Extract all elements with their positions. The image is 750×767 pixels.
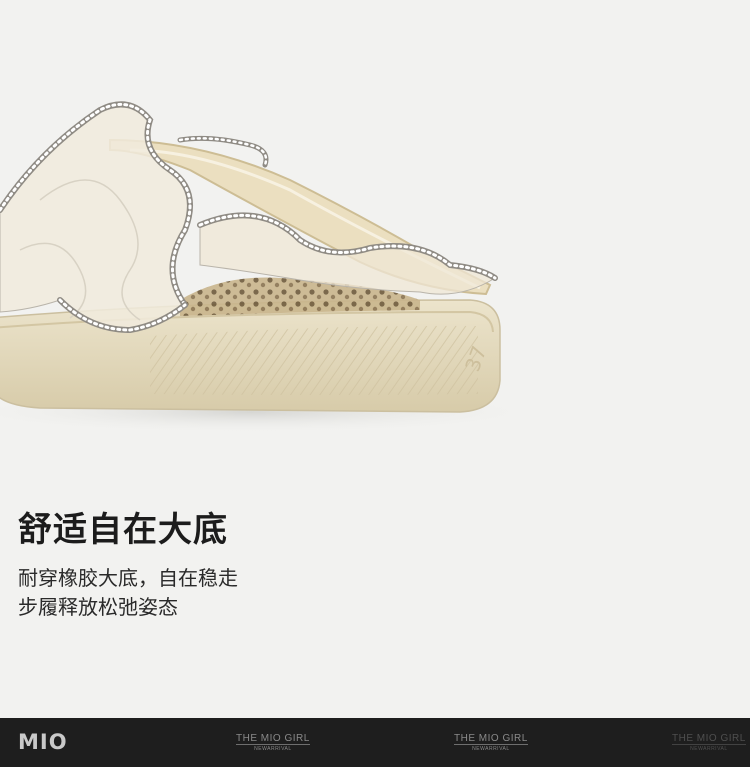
watermark-title: THE MIO GIRL — [236, 733, 310, 744]
description-line-1: 耐穿橡胶大底，自在稳走 — [18, 566, 238, 590]
mesh-ruffle-front — [0, 103, 191, 331]
footer-bar: MIO THE MIO GIRL NEWARRIVAL THE MIO GIRL… — [0, 718, 750, 767]
watermark: THE MIO GIRL NEWARRIVAL — [672, 733, 746, 753]
watermark-title: THE MIO GIRL — [672, 733, 746, 744]
watermark-title: THE MIO GIRL — [454, 733, 528, 744]
watermark: THE MIO GIRL NEWARRIVAL — [236, 733, 310, 753]
watermark: THE MIO GIRL NEWARRIVAL — [454, 733, 528, 753]
headline: 舒适自在大底 — [18, 510, 228, 550]
brand-logo: MIO — [18, 730, 68, 754]
watermark-subtitle: NEWARRIVAL — [672, 744, 746, 753]
shoe-illustration: 37 — [0, 101, 550, 434]
description: 耐穿橡胶大底，自在稳走 步履释放松弛姿态 — [18, 564, 238, 622]
watermark-subtitle: NEWARRIVAL — [236, 744, 310, 753]
watermark-subtitle: NEWARRIVAL — [454, 744, 528, 753]
product-photo: 37 — [0, 0, 750, 480]
description-line-2: 步履释放松弛姿态 — [18, 595, 178, 619]
